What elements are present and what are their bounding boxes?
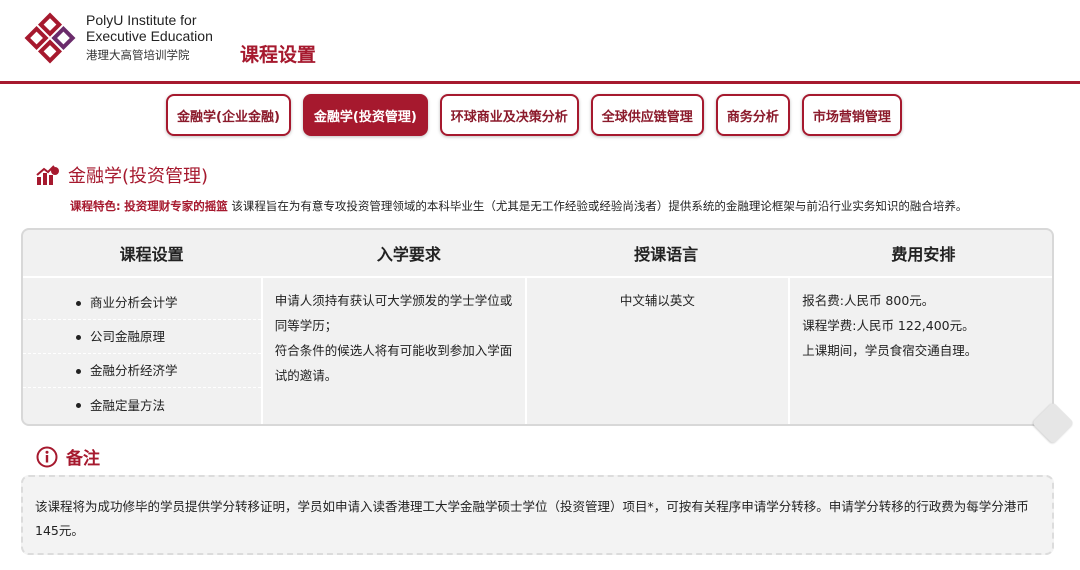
feature-label: 课程特色:	[70, 199, 121, 213]
course-label: 商业分析会计学	[90, 295, 178, 310]
language-column: 中文辅以英文	[527, 278, 791, 424]
institute-line1: PolyU Institute for	[86, 12, 197, 28]
course-label: 金融定量方法	[90, 397, 166, 413]
growth-chart-icon	[36, 165, 59, 185]
program-tabs: 金融学(企业金融) 金融学(投资管理) 环球商业及决策分析 全球供应链管理 商务…	[166, 94, 902, 136]
page-title: 课程设置	[240, 44, 317, 66]
tab-investment-management[interactable]: 金融学(投资管理)	[302, 94, 428, 136]
header-fees: 费用安排	[891, 245, 956, 264]
course-item: 金融定量方法	[23, 388, 261, 422]
program-heading: 金融学(投资管理)	[36, 162, 208, 188]
course-item: 公司金融原理	[23, 320, 261, 354]
course-item: 金融分析经济学	[23, 354, 261, 388]
remarks-text: 该课程将为成功修毕的学员提供学分转移证明，学员如申请入读香港理工大学金融学硕士学…	[35, 499, 1029, 538]
course-label: 金融分析经济学	[90, 363, 178, 378]
remarks-heading: 备注	[36, 444, 100, 469]
feature-highlight: 投资理财专家的摇篮	[124, 199, 228, 213]
fee-text: 报名费:人民币 800元。	[802, 293, 935, 308]
header-requirements: 入学要求	[376, 245, 441, 264]
site-header: PolyU Institute for Executive Education …	[0, 0, 1080, 84]
course-item: 商业分析会计学	[23, 286, 261, 320]
requirement-text: 符合条件的候选人将有可能收到参加入学面试的邀请。	[274, 343, 513, 383]
table-body: 商业分析会计学 公司金融原理 金融分析经济学 金融定量方法 申请人须持有获认可大…	[23, 278, 1052, 424]
tab-global-business-decision[interactable]: 环球商业及决策分析	[439, 94, 579, 136]
tab-marketing[interactable]: 市场营销管理	[801, 94, 902, 136]
language-text: 中文辅以英文	[619, 293, 695, 308]
table-header: 课程设置 入学要求 授课语言 费用安排	[23, 230, 1052, 278]
feature-text: 该课程旨在为有意专攻投资管理领域的本科毕业生（尤其是无工作经验或经验尚浅者）提供…	[231, 199, 968, 213]
requirement-text: 申请人须持有获认可大学颁发的学士学位或同等学历；	[274, 293, 513, 333]
tab-business-analytics[interactable]: 商务分析	[715, 94, 790, 136]
institute-line2: Executive Education	[86, 28, 213, 44]
header-courses: 课程设置	[119, 245, 184, 264]
fees-column: 报名费:人民币 800元。 课程学费:人民币 122,400元。 上课期间，学员…	[790, 278, 1052, 424]
program-feature: 课程特色: 投资理财专家的摇篮 该课程旨在为有意专攻投资管理领域的本科毕业生（尤…	[70, 198, 967, 214]
fee-text: 课程学费:人民币 122,400元。	[802, 318, 975, 333]
fee-text: 上课期间，学员食宿交通自理。	[802, 343, 978, 358]
requirements-column: 申请人须持有获认可大学颁发的学士学位或同等学历； 符合条件的候选人将有可能收到参…	[263, 278, 527, 424]
tab-corporate-finance[interactable]: 金融学(企业金融)	[166, 94, 291, 136]
program-title: 金融学(投资管理)	[68, 166, 209, 187]
course-label: 公司金融原理	[90, 329, 166, 344]
courses-column: 商业分析会计学 公司金融原理 金融分析经济学 金融定量方法	[23, 278, 263, 424]
remarks-title: 备注	[66, 449, 100, 469]
institute-zh: 港理大高管培训学院	[86, 48, 190, 62]
header-language: 授课语言	[634, 245, 699, 264]
tab-supply-chain[interactable]: 全球供应链管理	[590, 94, 704, 136]
program-info-table: 课程设置 入学要求 授课语言 费用安排 商业分析会计学 公司金融原理 金融分析经…	[21, 228, 1054, 426]
info-icon	[36, 446, 58, 467]
institute-name: PolyU Institute for Executive Education …	[86, 12, 213, 63]
polyu-logo-icon[interactable]	[20, 8, 80, 68]
remarks-box: 该课程将为成功修毕的学员提供学分转移证明，学员如申请入读香港理工大学金融学硕士学…	[21, 475, 1054, 555]
